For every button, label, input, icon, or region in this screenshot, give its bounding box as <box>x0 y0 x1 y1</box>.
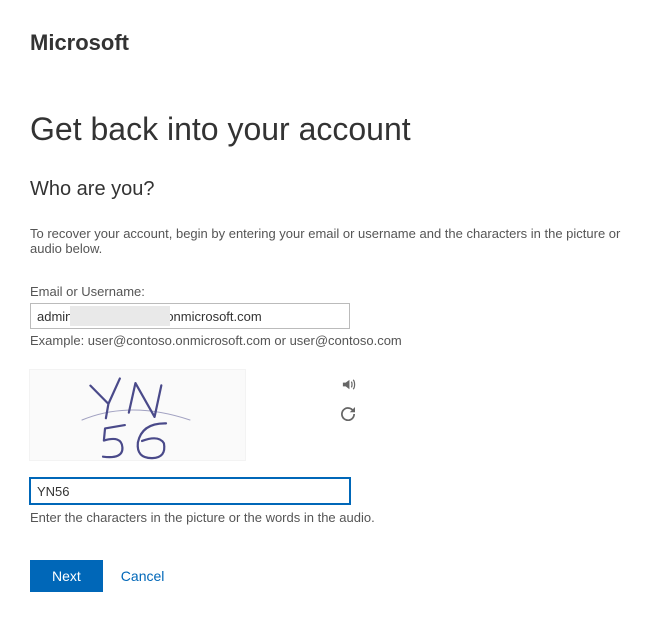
refresh-icon[interactable] <box>340 406 356 422</box>
captcha-input[interactable] <box>30 478 350 504</box>
captcha-help-text: Enter the characters in the picture or t… <box>30 510 641 525</box>
page-subtitle: Who are you? <box>30 178 641 201</box>
page-title: Get back into your account <box>30 111 641 148</box>
captcha-image <box>30 370 245 460</box>
email-example: Example: user@contoso.onmicrosoft.com or… <box>30 333 641 348</box>
audio-icon[interactable] <box>340 376 356 392</box>
cancel-link[interactable]: Cancel <box>121 568 165 584</box>
email-label: Email or Username: <box>30 284 641 299</box>
brand-logo: Microsoft <box>30 30 641 56</box>
next-button[interactable]: Next <box>30 560 103 592</box>
instructions-text: To recover your account, begin by enteri… <box>30 226 641 256</box>
email-field[interactable] <box>30 303 350 329</box>
